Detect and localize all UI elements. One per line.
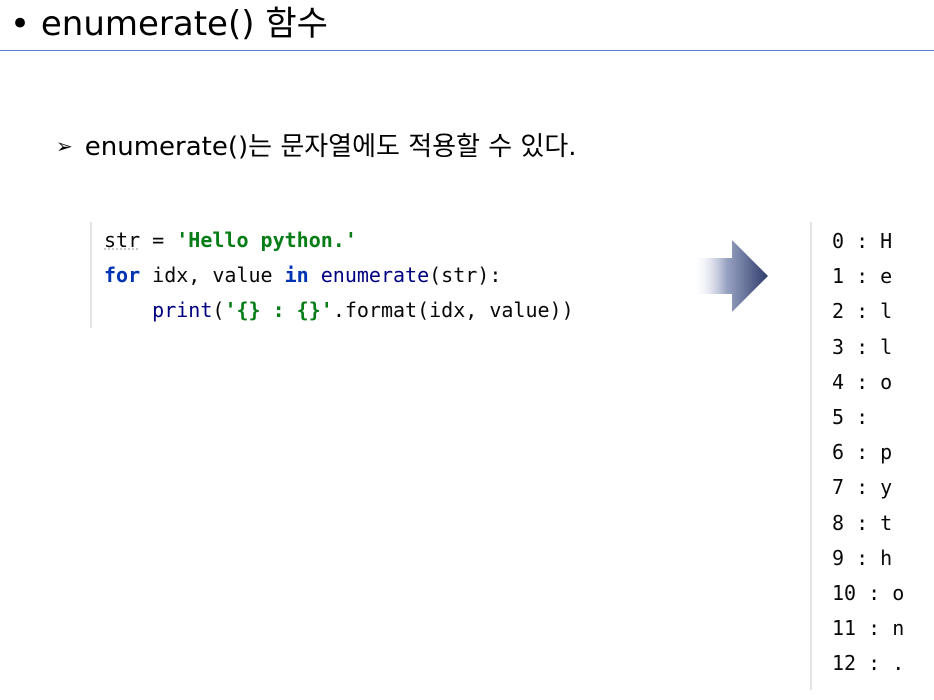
output-line: 0 : H (832, 229, 893, 253)
code-block: str = 'Hello python.' for idx, value in … (90, 222, 652, 328)
code-token-keyword-in: in (284, 263, 309, 287)
arrowhead-bullet-icon: ➢ (56, 134, 73, 158)
output-line: 9 : h (832, 545, 893, 570)
output-line: 6 : p (832, 440, 893, 465)
code-token-function-print: print (152, 298, 213, 322)
code-line-1: str = 'Hello python.' (104, 225, 357, 255)
code-line-2: for idx, value in enumerate(str): (104, 260, 501, 290)
code-token-function-enumerate: enumerate (308, 263, 430, 287)
code-token-args: (str): (429, 263, 502, 287)
output-line: 4 : o (832, 369, 893, 394)
slide-title: • enumerate() 함수 (10, 4, 328, 44)
output-line: 11 : n (832, 616, 905, 641)
output-lines: 0 : H 1 : e 2 : l 3 : l 4 : o 5 : 6 : p 7 : y 8… (812, 224, 934, 681)
output-line: 12 : . (832, 651, 905, 676)
code-line-3: print('{} : {}'.format(idx, value)) (104, 295, 574, 325)
bullet-point: ➢ enumerate()는 문자열에도 적용할 수 있다. (56, 128, 577, 167)
code-token-keyword-for: for (104, 263, 141, 287)
output-line: 2 : l (832, 299, 893, 324)
output-panel: 0 : H 1 : e 2 : l 3 : l 4 : o 5 : 6 : p 7 : y 8… (810, 222, 934, 690)
right-arrow-icon (692, 240, 768, 312)
output-line: 3 : l (832, 334, 893, 359)
output-line: 8 : t (832, 510, 893, 535)
output-line: 7 : y (832, 475, 893, 500)
output-line: 5 : (832, 404, 881, 429)
output-line: 1 : e (832, 264, 893, 289)
code-token-variable: str (104, 228, 141, 252)
title-divider (0, 50, 934, 51)
code-token-paren: ( (212, 298, 225, 322)
code-token-format-call: .format(idx, value)) (332, 298, 574, 322)
code-token-operator: = (140, 228, 177, 252)
output-line: 10 : o (832, 580, 905, 605)
bullet-text: enumerate()는 문자열에도 적용할 수 있다. (84, 132, 577, 162)
code-token-vars: idx, value (140, 263, 285, 287)
code-token-string: 'Hello python.' (176, 228, 357, 252)
code-token-format-string: '{} : {}' (224, 298, 333, 322)
